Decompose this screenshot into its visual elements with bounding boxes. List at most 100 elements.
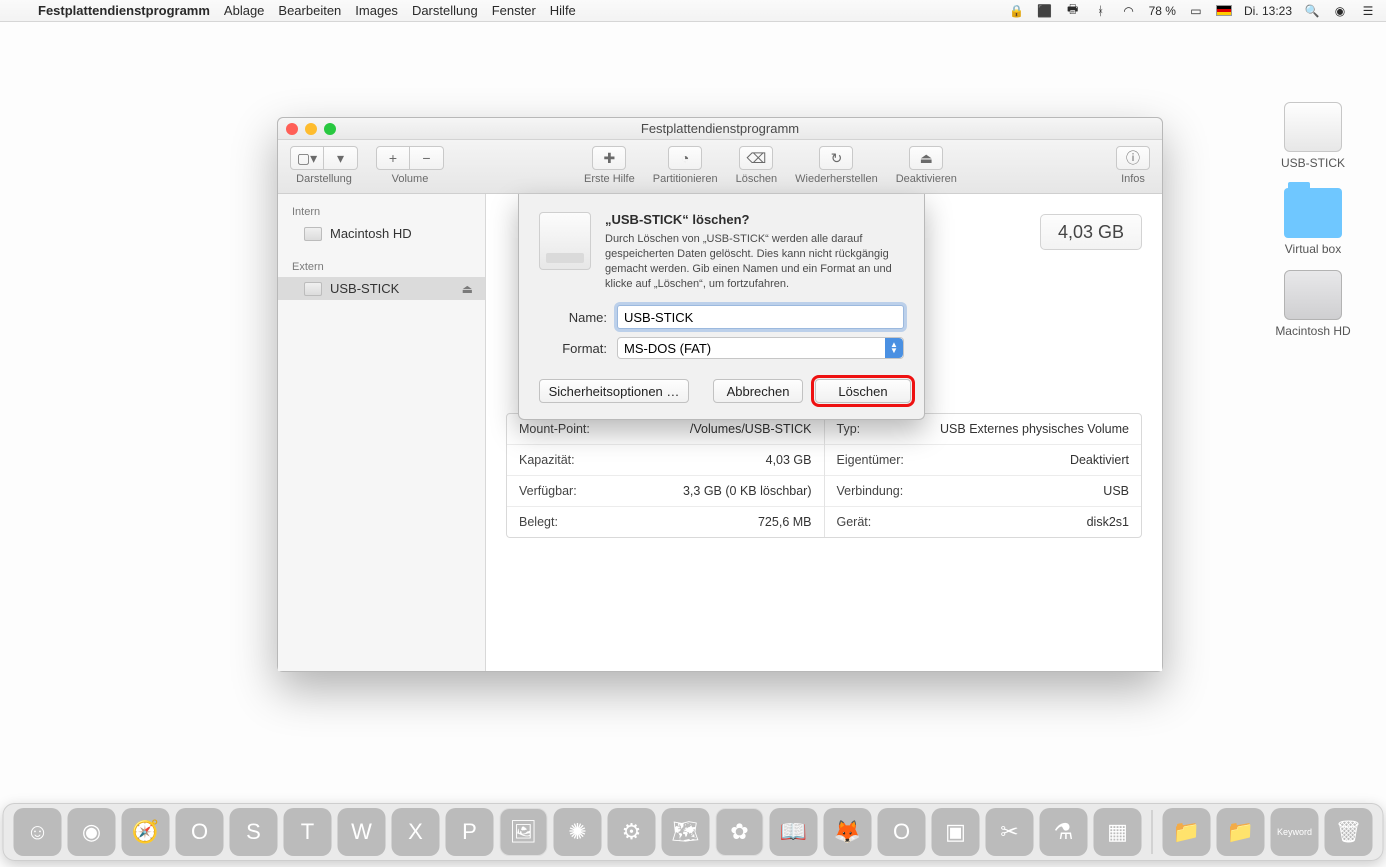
dock-ibooks[interactable]: 📖 — [770, 808, 818, 856]
format-label: Format: — [539, 341, 617, 356]
drive-icon — [304, 227, 322, 241]
sidebar-header-external: Extern — [278, 255, 485, 277]
detail-key: Eigentümer: — [837, 453, 904, 467]
first-aid-button[interactable]: ✚ — [592, 146, 626, 170]
detail-value: 725,6 MB — [758, 515, 812, 529]
menu-hilfe[interactable]: Hilfe — [550, 3, 576, 18]
dock-folder-2[interactable]: 📁 — [1217, 808, 1265, 856]
dock-safari[interactable]: 🧭 — [122, 808, 170, 856]
cancel-button[interactable]: Abbrechen — [713, 379, 803, 403]
view-button[interactable]: ▢▾ — [290, 146, 324, 170]
desktop-usb-stick[interactable]: USB-STICK — [1270, 102, 1356, 170]
name-label: Name: — [539, 310, 617, 325]
window-close-button[interactable] — [286, 123, 298, 135]
desktop-label: Virtual box — [1270, 242, 1356, 256]
dialog-body: Durch Löschen von „USB-STICK“ werden all… — [605, 232, 904, 291]
window-minimize-button[interactable] — [305, 123, 317, 135]
notification-center-icon[interactable]: ☰ — [1360, 3, 1376, 19]
sidebar-header-internal: Intern — [278, 200, 485, 222]
detail-key: Verbindung: — [837, 484, 904, 498]
disk-icon — [539, 212, 591, 270]
dock-folder-1[interactable]: 📁 — [1163, 808, 1211, 856]
app-name[interactable]: Festplattendienstprogramm — [38, 3, 210, 18]
security-options-button[interactable]: Sicherheitsoptionen … — [539, 379, 689, 403]
menu-bearbeiten[interactable]: Bearbeiten — [278, 3, 341, 18]
detail-value: Deaktiviert — [1070, 453, 1129, 467]
erase-button[interactable]: ⌫ — [739, 146, 773, 170]
menubar: Festplattendienstprogramm Ablage Bearbei… — [0, 0, 1386, 22]
hdd-icon — [1284, 270, 1342, 320]
details-left: Mount-Point:/Volumes/USB-STICK Kapazität… — [507, 414, 825, 537]
restore-button[interactable]: ↻ — [819, 146, 853, 170]
volume-add-button[interactable]: + — [376, 146, 410, 170]
dock-keyword-file[interactable]: Keyword — [1271, 808, 1319, 856]
dock-maps[interactable]: 🗺 — [662, 808, 710, 856]
window-zoom-button[interactable] — [324, 123, 336, 135]
dock-outlook[interactable]: O — [176, 808, 224, 856]
clock[interactable]: Di. 13:23 — [1244, 4, 1292, 18]
dock-skype[interactable]: S — [230, 808, 278, 856]
format-value: MS-DOS (FAT) — [624, 341, 711, 356]
dock-excel[interactable]: X — [392, 808, 440, 856]
toolbar-label: Volume — [392, 173, 429, 185]
dialog-title: „USB-STICK“ löschen? — [605, 212, 904, 227]
toolbar-label: Erste Hilfe — [584, 173, 635, 185]
wifi-icon[interactable]: ◠ — [1121, 3, 1137, 19]
dock-firefox[interactable]: 🦊 — [824, 808, 872, 856]
spotlight-icon[interactable]: 🔍 — [1304, 3, 1320, 19]
dock-app-4[interactable]: ▦ — [1094, 808, 1142, 856]
dock-system-preferences[interactable]: ⚙ — [608, 808, 656, 856]
toolbar: ▢▾ ▾ Darstellung + − Volume ✚ Erste Hilf… — [278, 140, 1162, 194]
titlebar[interactable]: Festplattendienstprogramm — [278, 118, 1162, 140]
dock-app-1[interactable]: ✺ — [554, 808, 602, 856]
view-dropdown[interactable]: ▾ — [324, 146, 358, 170]
eject-icon[interactable]: ⏏ — [462, 282, 473, 296]
menu-fenster[interactable]: Fenster — [492, 3, 536, 18]
desktop-virtual-box[interactable]: Virtual box — [1270, 188, 1356, 256]
erase-dialog: „USB-STICK“ löschen? Durch Löschen von „… — [518, 194, 925, 420]
dock-virtualbox[interactable]: ▣ — [932, 808, 980, 856]
battery-icon[interactable]: ▭ — [1188, 3, 1204, 19]
dock-trash[interactable]: 🗑 — [1325, 808, 1373, 856]
keychain-icon[interactable]: 🔒 — [1009, 3, 1025, 19]
erase-confirm-button[interactable]: Löschen — [815, 379, 911, 403]
menu-darstellung[interactable]: Darstellung — [412, 3, 478, 18]
unmount-button[interactable]: ⏏ — [909, 146, 943, 170]
dock-app-3[interactable]: ⚗ — [1040, 808, 1088, 856]
battery-percent[interactable]: 78 % — [1149, 4, 1176, 18]
sidebar-item-usb-stick[interactable]: USB-STICK ⏏ — [278, 277, 485, 300]
toolbar-label: Infos — [1121, 173, 1145, 185]
name-input[interactable] — [617, 305, 904, 329]
format-select[interactable]: MS-DOS (FAT) ▲▼ — [617, 337, 904, 359]
detail-key: Mount-Point: — [519, 422, 590, 436]
menu-images[interactable]: Images — [355, 3, 398, 18]
menu-ablage[interactable]: Ablage — [224, 3, 264, 18]
printer-icon[interactable]: 🖶 — [1065, 3, 1081, 19]
sidebar-item-label: USB-STICK — [330, 281, 399, 296]
sidebar: Intern Macintosh HD Extern USB-STICK ⏏ — [278, 194, 486, 671]
shield-icon[interactable]: ⬛ — [1037, 3, 1053, 19]
drive-icon — [304, 282, 322, 296]
info-button[interactable]: ⓘ — [1116, 146, 1150, 170]
siri-icon[interactable]: ◉ — [1332, 3, 1348, 19]
details-right: Typ:USB Externes physisches Volume Eigen… — [825, 414, 1142, 537]
dock-app-2[interactable]: ✂ — [986, 808, 1034, 856]
detail-key: Verfügbar: — [519, 484, 577, 498]
dock-photos[interactable]: ✿ — [716, 808, 764, 856]
dock-finder[interactable]: ☺ — [14, 808, 62, 856]
desktop-macintosh-hd[interactable]: Macintosh HD — [1270, 270, 1356, 338]
dock-opera[interactable]: O — [878, 808, 926, 856]
dock-word[interactable]: W — [338, 808, 386, 856]
partition-button[interactable]: ◔ — [668, 146, 702, 170]
dock-teams[interactable]: T — [284, 808, 332, 856]
dock-siri[interactable]: ◉ — [68, 808, 116, 856]
sidebar-item-macintosh-hd[interactable]: Macintosh HD — [278, 222, 485, 245]
dock-separator — [1152, 810, 1153, 854]
volume-remove-button[interactable]: − — [410, 146, 444, 170]
dock-file-label: Keyword — [1277, 828, 1312, 837]
detail-value: 3,3 GB (0 KB löschbar) — [683, 484, 812, 498]
dock-powerpoint[interactable]: P — [446, 808, 494, 856]
bluetooth-icon[interactable]: ᚼ — [1093, 3, 1109, 19]
input-flag-icon[interactable] — [1216, 5, 1232, 16]
dock-preview[interactable]: 🖼 — [500, 808, 548, 856]
